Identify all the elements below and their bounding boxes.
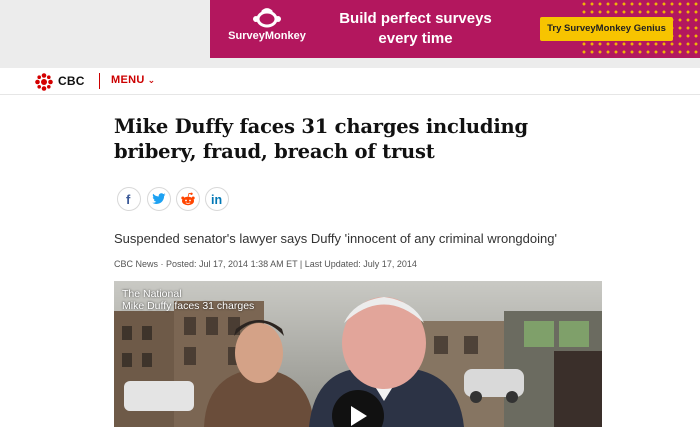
svg-text:f: f (126, 192, 131, 206)
share-linkedin-button[interactable]: in (205, 187, 229, 211)
ad-cta-button[interactable]: Try SurveyMonkey Genius (540, 17, 673, 41)
facebook-icon: f (126, 192, 131, 206)
share-facebook-button[interactable]: f (117, 187, 141, 211)
linkedin-icon: in (211, 193, 222, 206)
svg-text:in: in (211, 193, 222, 206)
ad-brand-name: SurveyMonkey (228, 30, 306, 42)
video-show-name: The National (122, 288, 182, 300)
play-icon (351, 406, 367, 426)
menu-button[interactable]: MENU ⌄ (111, 74, 155, 86)
chevron-down-icon: ⌄ (147, 75, 156, 85)
video-title-overlay: The National Mike Duffy faces 31 charges (122, 288, 254, 312)
cbc-logo-text[interactable]: CBC (58, 74, 85, 88)
article-byline: CBC News · Posted: Jul 17, 2014 1:38 AM … (114, 259, 417, 269)
ad-headline: Build perfect surveys every time (328, 9, 503, 49)
nav-divider (99, 73, 100, 89)
cbc-gem-icon[interactable] (35, 73, 53, 91)
ad-headline-line-2: every time (378, 30, 453, 47)
menu-label: MENU (111, 74, 145, 86)
surveymonkey-logo: SurveyMonkey (222, 8, 312, 52)
share-reddit-button[interactable] (176, 187, 200, 211)
article-deck: Suspended senator's lawyer says Duffy 'i… (114, 231, 557, 246)
share-twitter-button[interactable] (147, 187, 171, 211)
video-player[interactable]: The National Mike Duffy faces 31 charges (114, 281, 602, 427)
surveymonkey-ad[interactable]: SurveyMonkey Build perfect surveys every… (210, 0, 700, 58)
video-title: Mike Duffy faces 31 charges (122, 300, 255, 312)
twitter-icon (152, 193, 166, 204)
surveymonkey-icon (253, 8, 281, 28)
reddit-icon (181, 192, 195, 206)
top-nav: CBC MENU ⌄ (0, 68, 700, 95)
article-headline: Mike Duffy faces 31 charges including br… (114, 115, 528, 163)
ad-headline-line-1: Build perfect surveys (339, 10, 492, 27)
